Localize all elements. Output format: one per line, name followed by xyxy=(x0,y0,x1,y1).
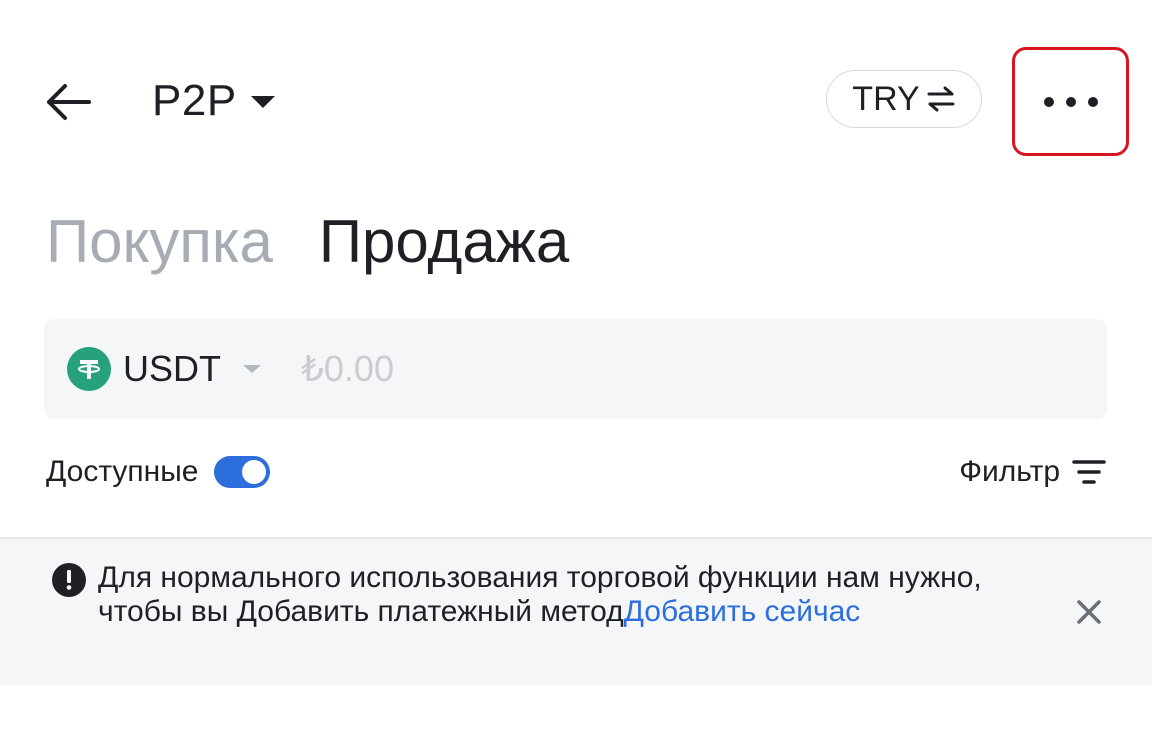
filter-icon xyxy=(1072,460,1106,484)
arrow-left-icon xyxy=(47,84,91,120)
payment-method-notice: Для нормального использования торговой ф… xyxy=(0,539,1152,685)
swap-icon xyxy=(926,86,956,112)
exclamation-icon xyxy=(52,563,86,597)
page-title: P2P xyxy=(152,76,237,125)
tab-sell[interactable]: Продажа xyxy=(319,206,569,278)
filter-label: Фильтр xyxy=(959,455,1060,488)
notice-text: Для нормального использования торговой ф… xyxy=(98,561,998,629)
asset-amount-box: USDT xyxy=(44,319,1107,419)
trade-tabs: Покупка Продажа xyxy=(46,206,569,278)
available-row: Доступные xyxy=(46,450,271,494)
add-payment-method-link[interactable]: Добавить сейчас xyxy=(624,595,861,628)
tether-icon xyxy=(67,347,111,391)
more-horizontal-icon xyxy=(1043,96,1098,107)
more-options-button[interactable] xyxy=(1012,47,1129,156)
caret-down-icon xyxy=(250,96,275,108)
asset-selector[interactable]: USDT xyxy=(67,347,261,391)
asset-symbol: USDT xyxy=(123,348,221,389)
filter-button[interactable]: Фильтр xyxy=(959,450,1106,494)
tab-buy[interactable]: Покупка xyxy=(46,206,273,278)
close-notice-button[interactable] xyxy=(1068,591,1110,633)
currency-label: TRY xyxy=(852,79,920,118)
close-icon xyxy=(1077,600,1101,624)
available-toggle[interactable] xyxy=(214,456,271,488)
amount-input[interactable] xyxy=(301,348,1107,390)
caret-down-icon xyxy=(243,365,261,373)
market-selector[interactable]: P2P xyxy=(152,70,275,132)
toggle-knob xyxy=(242,460,267,484)
back-button[interactable] xyxy=(40,76,96,128)
currency-switch-button[interactable]: TRY xyxy=(826,70,982,128)
available-label: Доступные xyxy=(46,455,199,488)
